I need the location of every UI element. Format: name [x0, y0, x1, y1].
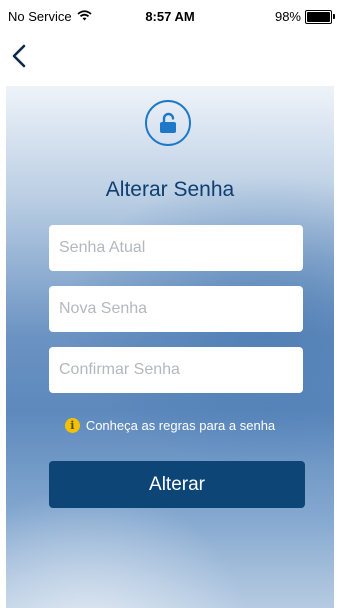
status-battery-group: 98%	[274, 9, 335, 24]
page-title: Alterar Senha	[105, 178, 235, 201]
chevron-left-icon	[12, 44, 26, 68]
password-rules-label: Conheça as regras para a senha	[85, 418, 276, 433]
back-button[interactable]	[8, 40, 34, 72]
unlock-icon	[145, 100, 191, 146]
battery-percent: 98%	[274, 9, 301, 24]
battery-fill	[307, 11, 330, 22]
info-icon: i	[64, 418, 80, 433]
battery-icon	[305, 9, 335, 24]
current-password-field[interactable]	[49, 225, 303, 271]
battery-cap	[333, 13, 335, 19]
change-password-panel: Alterar Senha i Conheça as regras para a…	[6, 86, 334, 608]
new-password-field[interactable]	[49, 286, 303, 332]
password-rules-link[interactable]: i Conheça as regras para a senha	[6, 418, 334, 433]
submit-button[interactable]: Alterar	[49, 461, 305, 508]
status-bar: No Service 8:57 AM 98%	[0, 0, 340, 34]
confirm-password-field[interactable]	[49, 347, 303, 393]
